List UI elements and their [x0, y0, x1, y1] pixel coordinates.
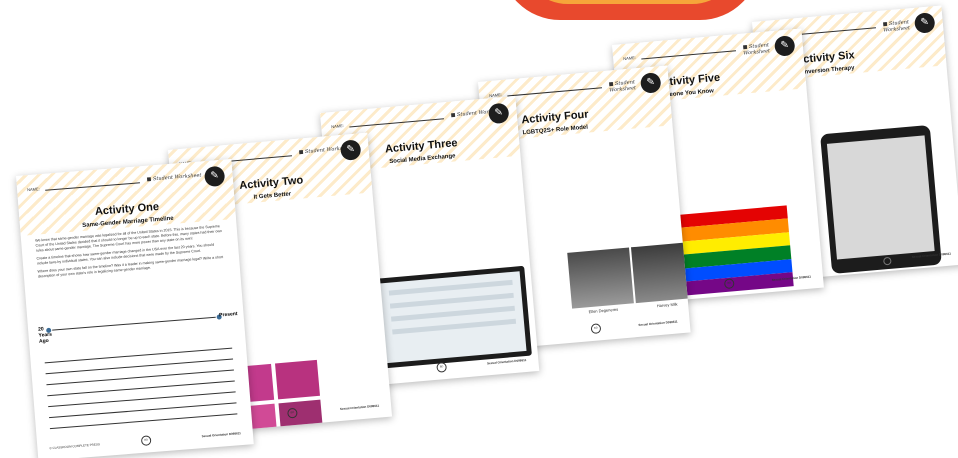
page-badge: BD — [436, 361, 448, 373]
photo-harvey: Harvey Milk — [630, 241, 691, 308]
footer-code: Sexual Orientation D098611 — [201, 431, 242, 439]
footer-code: Sexual Orientation D098611 — [486, 357, 527, 366]
name-label: NAME: — [623, 54, 637, 62]
footer-code: Sexual Orientation D098611 — [638, 319, 678, 327]
worksheet-page-activity-one: NAME: Student Worksheet ✎ Activity One S… — [16, 159, 254, 458]
footer-code: Sexual Orientation D098611 — [771, 274, 812, 282]
footer-code: Sexual Orientation D098611 — [339, 403, 380, 411]
timeline-bar — [52, 316, 216, 331]
timeline-end-label: Present — [218, 311, 238, 319]
footer-code: Sexual Orientation D098611 — [911, 251, 952, 259]
answer-lines — [43, 337, 238, 430]
thumbnail — [275, 359, 320, 400]
stage: NAME: Student Worksheet ✎ Activity Six C… — [0, 0, 958, 458]
name-label: NAME: — [331, 122, 345, 130]
page-footer: © CLASSROOM COMPLETE PRESS BD Sexual Ori… — [49, 429, 241, 452]
instructions: We know that same-gender marriage was le… — [35, 224, 226, 283]
footer-copyright: © CLASSROOM COMPLETE PRESS — [49, 442, 101, 451]
name-line — [45, 182, 140, 191]
photo-ellen: Ellen Degeneres — [567, 247, 634, 314]
name-label: NAME: — [26, 186, 40, 193]
page-badge: BD — [590, 323, 602, 335]
page-badge: BD — [140, 435, 152, 446]
photo-caption: Harvey Milk — [656, 301, 678, 309]
flag-caption: (Source: Wikipedia) — [714, 293, 750, 303]
laptop-image — [374, 265, 532, 369]
photo-caption: Ellen Degeneres — [588, 306, 619, 315]
